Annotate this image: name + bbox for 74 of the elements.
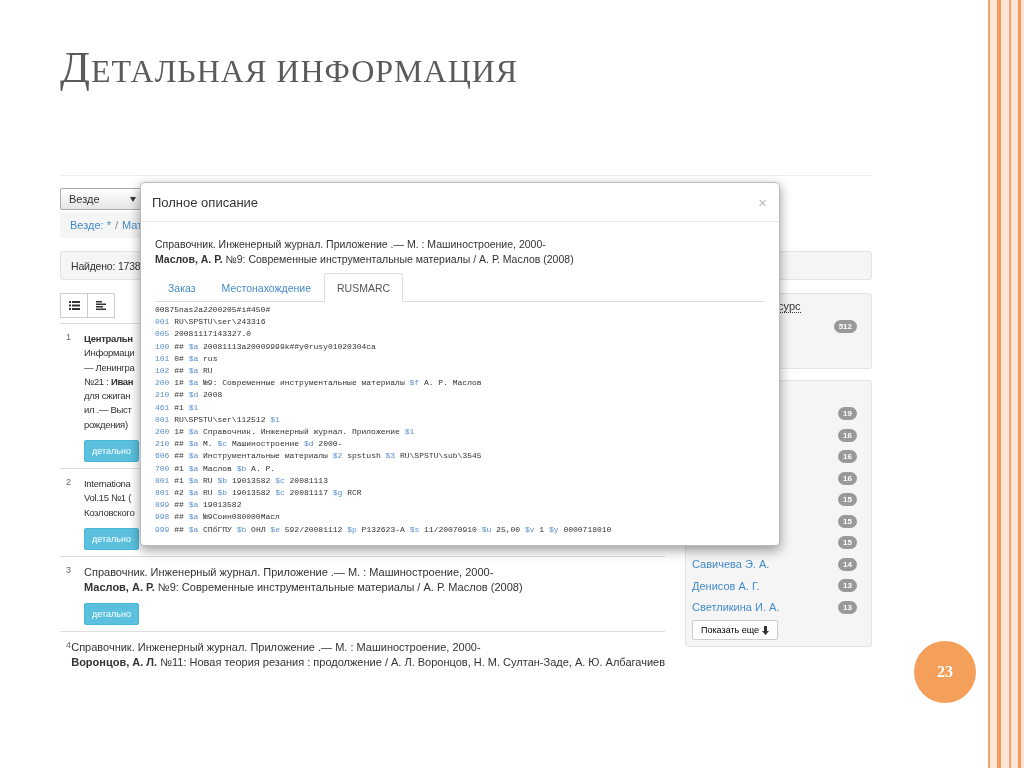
citation-line: Козловского — [84, 505, 136, 520]
count-badge: 16 — [838, 450, 857, 464]
marc-line: 001 RU\SPSTU\ser\243316 — [155, 316, 267, 329]
marc-line: 00875nas2a2200205#i#450# — [155, 304, 272, 316]
citation-line: Воронцов, А. Л. №11: Новая теория резания : продолжение / А. Л. Воронцов, Н. М. Султан-Заде, А. Ю. Албагачиев — [71, 654, 665, 670]
citation-line: Справочник. Инженерный журнал. Приложение .— М. : Машиностроение, 2000- — [155, 237, 547, 252]
marc-line: 200 1# $a №9: Современные инструментальные материалы $f А. Р. Маслов — [155, 377, 483, 390]
align-left-icon — [96, 301, 106, 310]
breadcrumb-separator: / — [114, 219, 118, 231]
marc-line: 606 ## $a Инструментальные материалы $2 spstush $3 RU\SPSTU\sub\3545 — [155, 450, 483, 463]
marc-line: 210 ## $a М. $c Машиностроение $d 2000- — [155, 438, 344, 451]
result-number: 3 — [65, 564, 72, 577]
close-button[interactable]: × — [758, 193, 767, 211]
citation-line: для сжиган — [84, 389, 132, 404]
count-badge: 15 — [838, 514, 857, 528]
tab[interactable]: RUSMARC — [324, 273, 404, 302]
arrow-down-icon — [762, 625, 770, 635]
modal-title: Полное описание — [152, 194, 259, 210]
count-badge: 512 — [833, 320, 857, 334]
breadcrumb-link[interactable]: Мат — [122, 219, 143, 231]
citation-line: — Ленингра — [84, 360, 136, 375]
marc-line: 101 0# $a rus — [155, 352, 219, 365]
marc-line: 100 ## $a 20081113a20009999k##y0rusy01020304ca — [155, 340, 377, 353]
result-number: 4 — [65, 639, 71, 650]
citation-line: Internationa — [84, 477, 132, 492]
count-badge: 14 — [838, 557, 857, 571]
marc-line: 899 ## $a 19013582 — [155, 499, 243, 512]
result-number: 2 — [65, 477, 72, 490]
citation-line: Справочник. Инженерный журнал. Приложение .— М. : Машиностроение, 2000- — [84, 564, 495, 580]
count-badge: 19 — [838, 407, 857, 421]
count-badge: 13 — [838, 579, 857, 593]
marc-line: 200 1# $a Справочник. Инженерный журнал. Приложение $1 — [155, 426, 416, 439]
list-view-button[interactable] — [60, 293, 88, 318]
facet-link[interactable]: Денисов А. Г. — [692, 579, 760, 592]
scope-select[interactable]: Везде — [60, 188, 142, 210]
marc-line: 102 ## $a RU — [155, 365, 214, 377]
result-number: 1 — [65, 332, 72, 344]
slide-number: 23 — [914, 641, 976, 703]
compact-view-button[interactable] — [87, 293, 115, 318]
details-button[interactable]: детально — [84, 527, 139, 550]
marc-line: 001 RU\SPSTU\ser\112512 $1 — [155, 413, 281, 426]
citation-line: №21 : Иван — [84, 374, 135, 389]
count-badge: 16 — [838, 428, 857, 442]
marc-line: 700 #1 $a Маслов $b А. Р. — [155, 462, 277, 475]
results-count: Найдено: 1738 — [71, 259, 141, 272]
facet-link[interactable]: Светликина И. А. — [692, 601, 780, 614]
citation-line: Информаци — [84, 346, 136, 361]
tab[interactable]: Заказ — [155, 273, 209, 301]
citation-line: Vol.15 №1 ( — [84, 491, 133, 506]
list-icon — [68, 301, 80, 310]
details-button[interactable]: детально — [84, 602, 139, 625]
citation-line: Центральн — [84, 332, 134, 346]
marc-line: 005 20081117143327.0 — [155, 328, 253, 341]
citation-line: Маслов, А. Р. №9: Современные инструментальные материалы / А. Р. Маслов (2008) — [84, 579, 523, 595]
breadcrumb-link[interactable]: Везде: * — [70, 219, 111, 231]
count-badge: 15 — [838, 536, 857, 550]
show-more-button[interactable]: Показать еще — [692, 620, 779, 640]
citation-line: Справочник. Инженерный журнал. Приложение .— М. : Машиностроение, 2000- — [71, 639, 482, 655]
slide-title: ДЕТАЛЬНАЯ ИНФОРМАЦИЯ — [60, 42, 519, 93]
count-badge: 13 — [838, 600, 857, 614]
tab[interactable]: Местонахождение — [208, 273, 325, 301]
count-badge: 16 — [838, 471, 857, 485]
marc-line: 210 ## $d 2008 — [155, 389, 224, 402]
marc-line: 999 ## $a СПбГПУ $b ОНЛ $e 592/20081112 $p Р132623-А $s 11/20070910 $u 25,00 $v 1 $y 0000718010 — [155, 523, 613, 536]
facet-link[interactable]: Савичева Э. А. — [692, 558, 770, 571]
citation-line: ил .— Выст — [84, 403, 133, 418]
details-button[interactable]: детально — [84, 440, 139, 463]
citation-line: рождения) — [84, 417, 129, 432]
marc-line: 461 #1 $1 — [155, 401, 200, 414]
count-badge: 15 — [838, 493, 857, 507]
marc-line: 801 #2 $a RU $b 19013582 $c 20081117 $g RCR — [155, 487, 363, 500]
marc-line: 998 ## $a №9Соин080000Масл — [155, 511, 281, 524]
citation-line: Маслов, А. Р. №9: Современные инструментальные материалы / А. Р. Маслов (2008) — [155, 252, 575, 267]
marc-line: 801 #1 $a RU $b 19013582 $c 20081113 — [155, 474, 329, 487]
